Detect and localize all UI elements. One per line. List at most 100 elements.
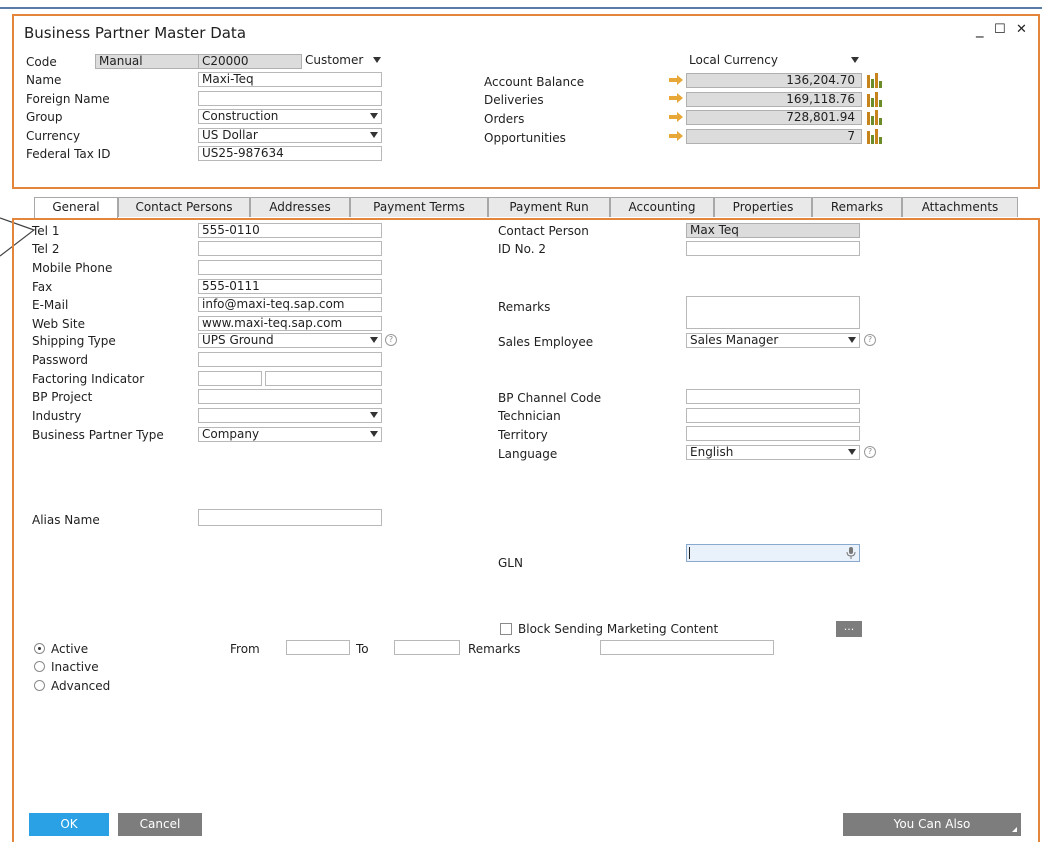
tel1-field[interactable]: 555-0110 [198,223,382,238]
bp-channel-code-label: BP Channel Code [498,391,602,405]
sales-employee-dropdown[interactable]: Sales Manager [686,333,860,348]
bp-type-value: Customer [305,54,364,67]
from-date-field[interactable] [286,640,350,655]
window-title: Business Partner Master Data [24,24,247,42]
you-can-also-button[interactable]: You Can Also [843,813,1021,836]
currency-dropdown[interactable]: US Dollar [198,128,382,143]
gln-field[interactable] [686,544,860,562]
territory-field[interactable] [686,426,860,441]
code-series-dropdown[interactable]: Manual [95,54,199,69]
info-icon[interactable]: ? [385,334,397,346]
tab-accounting[interactable]: Accounting [610,197,714,217]
right-arrow-icon[interactable] [669,75,683,85]
orders-label: Orders [484,112,525,126]
tab-remarks[interactable]: Remarks [812,197,902,217]
maximize-icon[interactable]: ☐ [994,23,1006,37]
factoring-indicator-label: Factoring Indicator [32,372,145,386]
tab-attachments[interactable]: Attachments [902,197,1018,217]
factoring-indicator-code-field[interactable] [198,371,262,386]
remarks-label: Remarks [498,300,551,314]
bp-channel-code-field[interactable] [686,389,860,404]
bp-type-field-dropdown[interactable]: Company [198,427,382,442]
to-date-field[interactable] [394,640,460,655]
tab-properties[interactable]: Properties [714,197,812,217]
chevron-down-icon [370,113,378,119]
deliveries-value: 169,118.76 [686,92,862,107]
inactive-radio[interactable] [34,661,45,672]
cancel-button[interactable]: Cancel [118,813,202,836]
group-dropdown[interactable]: Construction [198,109,382,124]
fax-label: Fax [32,280,53,294]
mobile-phone-field[interactable] [198,260,382,275]
bar-chart-icon[interactable] [866,110,882,125]
account-balance-label: Account Balance [484,75,585,89]
shipping-type-dropdown[interactable]: UPS Ground [198,333,382,348]
microphone-icon[interactable] [846,547,856,559]
right-arrow-icon[interactable] [669,131,683,141]
advanced-label: Advanced [51,679,111,693]
advanced-radio[interactable] [34,680,45,691]
industry-dropdown[interactable] [198,408,382,423]
top-accent-line [0,7,1042,9]
chevron-down-icon [370,132,378,138]
bar-chart-icon[interactable] [866,129,882,144]
currency-mode-value: Local Currency [689,54,778,67]
password-field[interactable] [198,352,382,367]
general-tab-panel: Tel 1 555-0110 Tel 2 Mobile Phone Fax 55… [12,218,1040,842]
currency-mode-dropdown[interactable]: Local Currency [686,54,862,69]
minimize-icon[interactable]: _ [976,22,984,37]
currency-label: Currency [26,129,81,143]
remarks-field[interactable] [686,296,860,329]
tab-contact-persons[interactable]: Contact Persons [118,197,250,217]
language-dropdown[interactable]: English [686,445,860,460]
info-icon[interactable]: ? [864,446,876,458]
code-label: Code [26,55,57,69]
status-remarks-field[interactable] [600,640,774,655]
group-label: Group [26,110,63,124]
password-label: Password [32,353,89,367]
fax-field[interactable]: 555-0111 [198,279,382,294]
right-arrow-icon[interactable] [669,112,683,122]
bar-chart-icon[interactable] [866,73,882,88]
orders-value: 728,801.94 [686,110,862,125]
block-marketing-checkbox[interactable] [500,623,512,635]
bp-project-label: BP Project [32,390,93,404]
bp-type-dropdown[interactable]: Customer [302,54,384,69]
email-field[interactable]: info@maxi-teq.sap.com [198,297,382,312]
code-field[interactable]: C20000 [198,54,302,69]
chevron-down-icon [370,412,378,418]
name-field[interactable]: Maxi-Teq [198,72,382,87]
technician-field[interactable] [686,408,860,423]
website-field[interactable]: www.maxi-teq.sap.com [198,316,382,331]
currency-value: US Dollar [202,128,258,142]
federal-tax-label: Federal Tax ID [26,147,111,161]
tab-addresses[interactable]: Addresses [250,197,350,217]
right-arrow-icon[interactable] [669,93,683,103]
active-radio[interactable] [34,643,45,654]
ok-button[interactable]: OK [29,813,109,836]
bp-project-field[interactable] [198,389,382,404]
tab-payment-run[interactable]: Payment Run [488,197,610,217]
contact-person-field[interactable]: Max Teq [686,223,860,238]
alias-name-field[interactable] [198,509,382,526]
contact-person-label: Contact Person [498,224,589,238]
close-icon[interactable]: ✕ [1016,23,1027,37]
bp-type-field-value: Company [202,427,260,441]
tab-general[interactable]: General [34,197,118,218]
foreign-name-field[interactable] [198,91,382,106]
to-label: To [356,642,369,656]
opportunities-value: 7 [686,129,862,144]
account-balance-value: 136,204.70 [686,73,862,88]
inactive-label: Inactive [51,660,99,674]
bar-chart-icon[interactable] [866,92,882,107]
info-icon[interactable]: ? [864,334,876,346]
tab-payment-terms[interactable]: Payment Terms [350,197,488,217]
id-no2-field[interactable] [686,241,860,256]
factoring-indicator-name-field[interactable] [265,371,382,386]
federal-tax-field[interactable]: US25-987634 [198,146,382,161]
technician-label: Technician [498,409,561,423]
tel2-field[interactable] [198,241,382,256]
sales-employee-value: Sales Manager [690,333,779,347]
chevron-down-icon [848,449,856,455]
more-options-button[interactable]: ... [836,621,862,637]
